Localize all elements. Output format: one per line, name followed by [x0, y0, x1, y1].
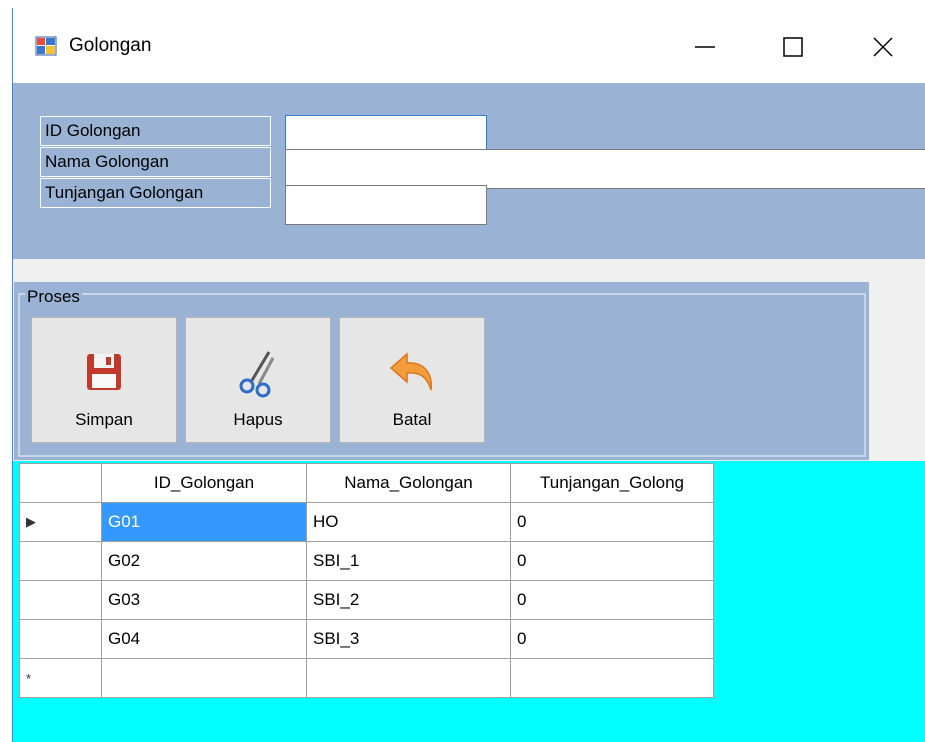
- table-cell[interactable]: SBI_2: [306, 580, 511, 620]
- table-cell[interactable]: G01: [101, 502, 307, 542]
- top-edge: [0, 0, 925, 8]
- proses-group-label: Proses: [25, 287, 82, 307]
- table-cell[interactable]: G02: [101, 541, 307, 581]
- table-cell[interactable]: [101, 658, 307, 698]
- window-title: Golongan: [69, 35, 152, 56]
- table-cell[interactable]: 0: [510, 541, 714, 581]
- table-cell[interactable]: 0: [510, 502, 714, 542]
- close-icon: [873, 37, 893, 57]
- nama-golongan-label: Nama Golongan: [40, 147, 271, 177]
- minimize-button[interactable]: [675, 22, 735, 72]
- tunjangan-golongan-label: Tunjangan Golongan: [40, 178, 271, 208]
- table-cell[interactable]: SBI_3: [306, 619, 511, 659]
- panel-separator: [13, 259, 925, 271]
- golongan-datagrid[interactable]: ID_Golongan Nama_Golongan Tunjangan_Golo…: [13, 461, 925, 742]
- scissors-icon: [239, 351, 275, 398]
- table-row[interactable]: ▶ G01 HO 0: [19, 502, 714, 542]
- table-row[interactable]: G04 SBI_3 0: [19, 619, 714, 659]
- table-row[interactable]: G03 SBI_2 0: [19, 580, 714, 620]
- table-cell[interactable]: 0: [510, 619, 714, 659]
- column-header-tunjangan-golongan[interactable]: Tunjangan_Golong: [510, 463, 714, 503]
- simpan-button[interactable]: Simpan: [31, 317, 177, 443]
- batal-label: Batal: [392, 410, 432, 429]
- table-cell[interactable]: HO: [306, 502, 511, 542]
- batal-button[interactable]: Batal: [339, 317, 485, 443]
- golongan-table: ID_Golongan Nama_Golongan Tunjangan_Golo…: [19, 463, 714, 698]
- hapus-label: Hapus: [233, 410, 283, 429]
- table-cell[interactable]: [306, 658, 511, 698]
- table-cell[interactable]: 0: [510, 580, 714, 620]
- nama-golongan-input[interactable]: [285, 149, 925, 189]
- input-panel: ID Golongan Nama Golongan Tunjangan Golo…: [13, 83, 925, 259]
- row-header[interactable]: [19, 541, 102, 581]
- row-header[interactable]: [19, 619, 102, 659]
- minimize-icon: [695, 46, 715, 48]
- maximize-button[interactable]: [763, 22, 823, 72]
- hapus-button[interactable]: Hapus: [185, 317, 331, 443]
- column-header-nama-golongan[interactable]: Nama_Golongan: [306, 463, 511, 503]
- tunjangan-golongan-input[interactable]: [285, 185, 487, 225]
- maximize-icon: [783, 37, 803, 57]
- golongan-window: Golongan ID Golongan Nama Golongan Tunja…: [12, 8, 925, 742]
- table-cell[interactable]: SBI_1: [306, 541, 511, 581]
- new-row-indicator-icon[interactable]: *: [19, 658, 102, 698]
- simpan-label: Simpan: [75, 410, 133, 429]
- table-cell[interactable]: G03: [101, 580, 307, 620]
- table-row[interactable]: G02 SBI_1 0: [19, 541, 714, 581]
- column-header-id-golongan[interactable]: ID_Golongan: [101, 463, 307, 503]
- row-header[interactable]: [19, 580, 102, 620]
- table-cell[interactable]: [510, 658, 714, 698]
- table-cell[interactable]: G04: [101, 619, 307, 659]
- close-button[interactable]: [853, 22, 913, 72]
- id-golongan-label: ID Golongan: [40, 116, 271, 146]
- form-app-icon: [35, 36, 57, 56]
- title-bar[interactable]: Golongan: [13, 8, 925, 83]
- new-row[interactable]: *: [19, 658, 714, 698]
- corner-header[interactable]: [19, 463, 102, 503]
- proses-panel: Proses Simpan Hapus Batal: [13, 281, 870, 461]
- undo-arrow-icon: [389, 352, 432, 391]
- floppy-save-icon: [87, 354, 121, 390]
- table-header-row: ID_Golongan Nama_Golongan Tunjangan_Golo…: [19, 463, 714, 503]
- current-row-indicator-icon[interactable]: ▶: [19, 502, 102, 542]
